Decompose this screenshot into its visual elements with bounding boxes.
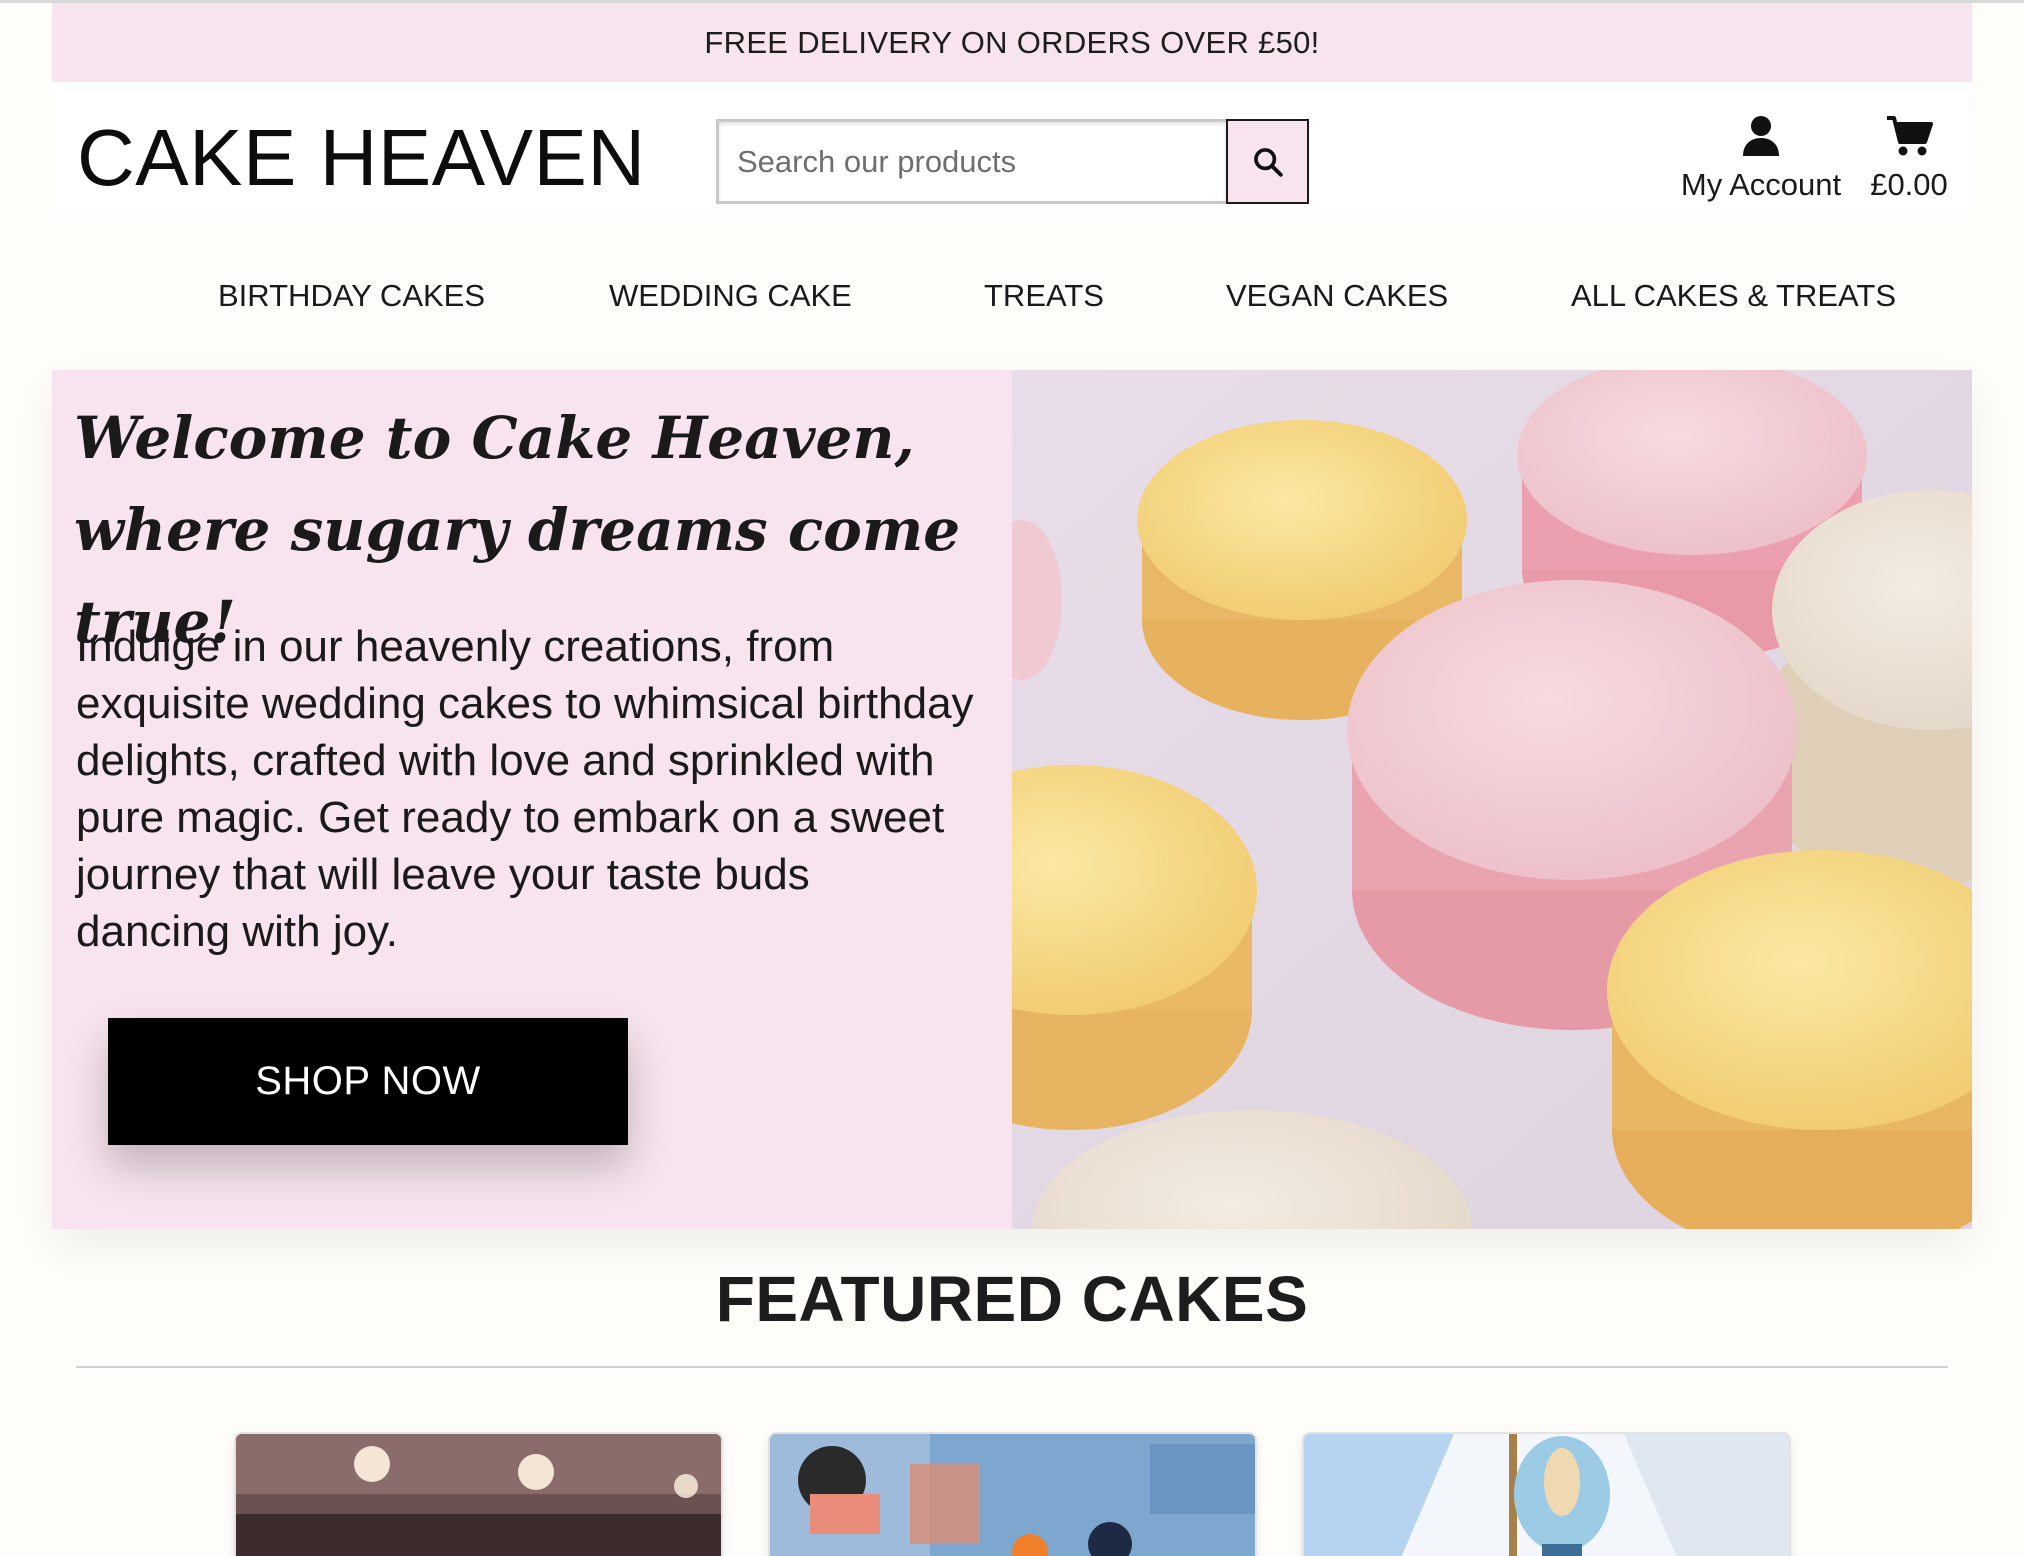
nav-wedding-cake[interactable]: WEDDING CAKE [609,278,852,314]
my-account-label: My Account [1680,167,1842,202]
nav-all-cakes-treats[interactable]: ALL CAKES & TREATS [1571,278,1896,314]
cart-total: £0.00 [1870,167,1948,202]
featured-cakes-heading: FEATURED CAKES [715,1263,1309,1335]
macarons-illustration [1012,370,1972,1229]
shop-now-button[interactable]: SHOP NOW [108,1018,628,1145]
promo-text: FREE DELIVERY ON ORDERS OVER £50! [704,24,1320,60]
hero-text-panel: Welcome to Cake Heaven, where sugary dre… [52,370,1012,1229]
search-input[interactable] [716,119,1226,204]
nav-birthday-cakes[interactable]: BIRTHDAY CAKES [218,278,485,314]
user-icon [1743,116,1779,156]
hero-section: Welcome to Cake Heaven, where sugary dre… [52,370,1972,1229]
cake-image-2 [770,1434,1255,1556]
section-divider [76,1366,1948,1368]
hero-description: Indulge in our heavenly creations, from … [76,622,974,956]
search-button[interactable] [1226,119,1309,204]
nav-treats[interactable]: TREATS [984,278,1104,314]
featured-cake-card-3[interactable] [1304,1434,1789,1556]
featured-cake-card-2[interactable] [770,1434,1255,1556]
cake-image-3 [1304,1434,1789,1556]
site-logo[interactable]: CAKE HEAVEN [77,118,646,198]
search-form [716,119,1309,204]
nav-vegan-cakes[interactable]: VEGAN CAKES [1226,278,1448,314]
my-account-link[interactable]: My Account [1677,114,1845,203]
cart-icon [1887,116,1933,156]
main-nav: BIRTHDAY CAKES WEDDING CAKE TREATS VEGAN… [0,270,2024,330]
cart-link[interactable]: £0.00 [1864,114,1954,203]
search-icon [1253,147,1283,177]
promo-banner: FREE DELIVERY ON ORDERS OVER £50! [52,3,1972,82]
cake-image-1 [236,1434,721,1556]
site-header: CAKE HEAVEN My Account £0.00 [52,82,1972,210]
featured-cake-card-1[interactable] [236,1434,721,1556]
hero-image-macarons [1012,370,1972,1229]
